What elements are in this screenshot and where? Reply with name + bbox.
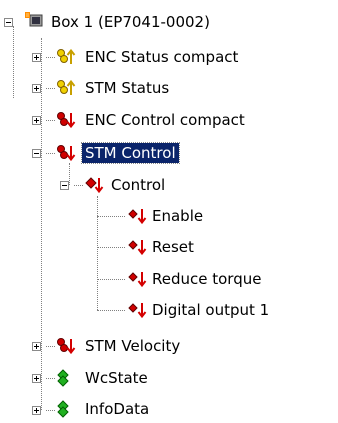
- output-bit-icon: [126, 269, 148, 289]
- tree-item-stm-velocity[interactable]: STM Velocity: [82, 336, 183, 356]
- output-bit-icon: [126, 237, 148, 257]
- tree-line: [46, 378, 55, 379]
- output-bit-icon: [126, 206, 148, 226]
- input-variable-icon: [55, 78, 77, 98]
- tree-item-reduce-torque[interactable]: Reduce torque: [149, 269, 264, 289]
- status-variable-icon: [55, 399, 77, 419]
- tree-item-wcstate[interactable]: WcState: [82, 368, 151, 388]
- tree-line: [46, 120, 55, 121]
- status-variable-icon: [55, 368, 77, 388]
- tree-item-enc-status-compact[interactable]: ENC Status compact: [82, 47, 241, 67]
- expand-toggle[interactable]: [32, 53, 41, 62]
- tree-item-enable[interactable]: Enable: [149, 206, 206, 226]
- tree-line: [46, 57, 55, 58]
- tree-item-reset[interactable]: Reset: [149, 237, 197, 257]
- expand-toggle[interactable]: [32, 342, 41, 351]
- tree-item-enc-control-compact[interactable]: ENC Control compact: [82, 110, 248, 130]
- tree-line: [46, 346, 55, 347]
- expand-toggle[interactable]: [32, 374, 41, 383]
- tree-line: [46, 410, 55, 411]
- io-tree-view: Box 1 (EP7041-0002) ENC Status compact S…: [0, 0, 338, 421]
- tree-item-box-1[interactable]: Box 1 (EP7041-0002): [48, 12, 213, 32]
- tree-line: [46, 88, 55, 89]
- tree-line: [46, 153, 55, 154]
- output-variable-icon: [55, 110, 77, 130]
- tree-line: [97, 216, 125, 217]
- expand-toggle[interactable]: [32, 84, 41, 93]
- output-variable-icon: [55, 336, 77, 356]
- tree-line: [69, 163, 70, 185]
- tree-line: [97, 279, 125, 280]
- tree-item-control[interactable]: Control: [108, 175, 168, 195]
- collapse-toggle[interactable]: [32, 149, 41, 158]
- tree-line: [97, 196, 98, 310]
- tree-line: [97, 310, 125, 311]
- input-variable-icon: [55, 47, 77, 67]
- output-bit-icon: [126, 300, 148, 320]
- tree-item-stm-control[interactable]: STM Control: [81, 142, 180, 164]
- tree-item-stm-status[interactable]: STM Status: [82, 78, 172, 98]
- expand-toggle[interactable]: [32, 116, 41, 125]
- collapse-toggle[interactable]: [4, 18, 13, 27]
- output-variable-icon: [55, 143, 77, 163]
- tree-line: [97, 247, 125, 248]
- output-variable-icon: [83, 175, 105, 195]
- collapse-toggle[interactable]: [60, 181, 69, 190]
- tree-line: [41, 38, 42, 410]
- tree-item-digital-output-1[interactable]: Digital output 1: [149, 300, 272, 320]
- box-device-icon: [24, 11, 46, 31]
- tree-line: [74, 185, 83, 186]
- tree-line: [13, 26, 14, 98]
- expand-toggle[interactable]: [32, 406, 41, 415]
- tree-item-infodata[interactable]: InfoData: [82, 399, 152, 419]
